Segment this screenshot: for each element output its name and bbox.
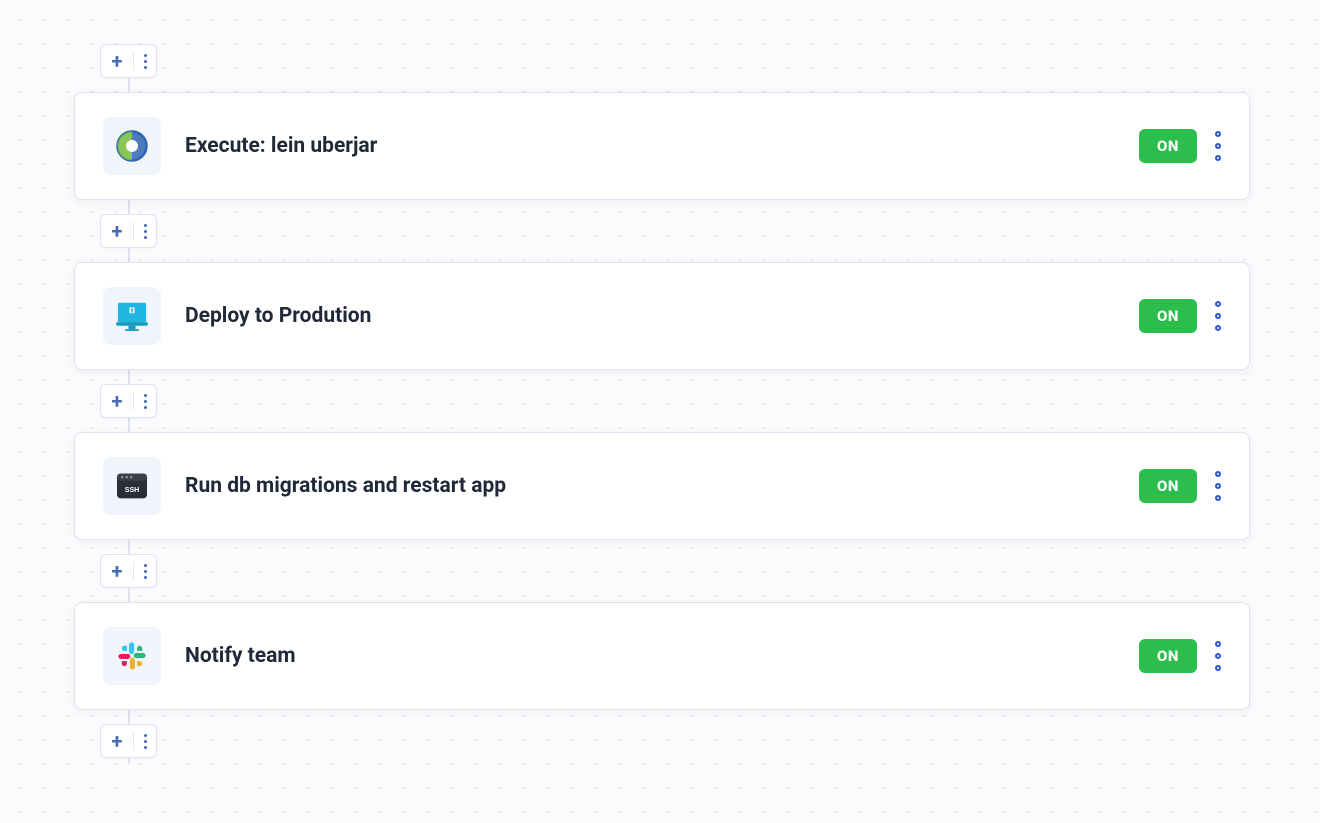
step-title: Deploy to Prodution	[185, 304, 1139, 328]
vertical-dots-icon	[144, 54, 147, 69]
add-step-node[interactable]: +	[100, 44, 157, 78]
svg-text:SSH: SSH	[125, 487, 140, 494]
plus-icon[interactable]: +	[101, 219, 133, 243]
drag-handle-icon[interactable]	[1215, 301, 1221, 331]
pipeline-step-execute-lein-uberjar[interactable]: Execute: lein uberjar ON	[74, 92, 1250, 200]
plus-icon[interactable]: +	[101, 729, 133, 753]
toggle-enabled-button[interactable]: ON	[1139, 129, 1197, 163]
step-title: Execute: lein uberjar	[185, 134, 1139, 158]
drag-handle-icon[interactable]	[1215, 641, 1221, 671]
add-step-node[interactable]: +	[100, 554, 157, 588]
step-actions: ON	[1139, 639, 1221, 673]
add-step-menu-button[interactable]	[134, 394, 156, 409]
add-step-menu-button[interactable]	[134, 54, 156, 69]
add-step-menu-button[interactable]	[134, 224, 156, 239]
plus-icon[interactable]: +	[101, 389, 133, 413]
deploy-icon	[103, 287, 161, 345]
ssh-terminal-icon: SSH	[103, 457, 161, 515]
toggle-enabled-button[interactable]: ON	[1139, 299, 1197, 333]
step-title: Notify team	[185, 644, 1139, 668]
toggle-enabled-button[interactable]: ON	[1139, 639, 1197, 673]
step-actions: ON	[1139, 469, 1221, 503]
plus-icon[interactable]: +	[101, 559, 133, 583]
drag-handle-icon[interactable]	[1215, 131, 1221, 161]
vertical-dots-icon	[144, 224, 147, 239]
pipeline-container: + Execute: lein uberjar ON +	[74, 44, 1250, 758]
add-step-menu-button[interactable]	[134, 734, 156, 749]
vertical-dots-icon	[144, 394, 147, 409]
step-actions: ON	[1139, 129, 1221, 163]
add-step-node[interactable]: +	[100, 214, 157, 248]
drag-handle-icon[interactable]	[1215, 471, 1221, 501]
pipeline-step-deploy-to-production[interactable]: Deploy to Prodution ON	[74, 262, 1250, 370]
toggle-enabled-button[interactable]: ON	[1139, 469, 1197, 503]
step-title: Run db migrations and restart app	[185, 474, 1139, 498]
add-step-node[interactable]: +	[100, 724, 157, 758]
pipeline-step-run-db-migrations[interactable]: SSH Run db migrations and restart app ON	[74, 432, 1250, 540]
slack-icon	[103, 627, 161, 685]
vertical-dots-icon	[144, 564, 147, 579]
pipeline-step-notify-team[interactable]: Notify team ON	[74, 602, 1250, 710]
clojure-icon	[103, 117, 161, 175]
plus-icon[interactable]: +	[101, 49, 133, 73]
add-step-menu-button[interactable]	[134, 564, 156, 579]
add-step-node[interactable]: +	[100, 384, 157, 418]
step-actions: ON	[1139, 299, 1221, 333]
vertical-dots-icon	[144, 734, 147, 749]
